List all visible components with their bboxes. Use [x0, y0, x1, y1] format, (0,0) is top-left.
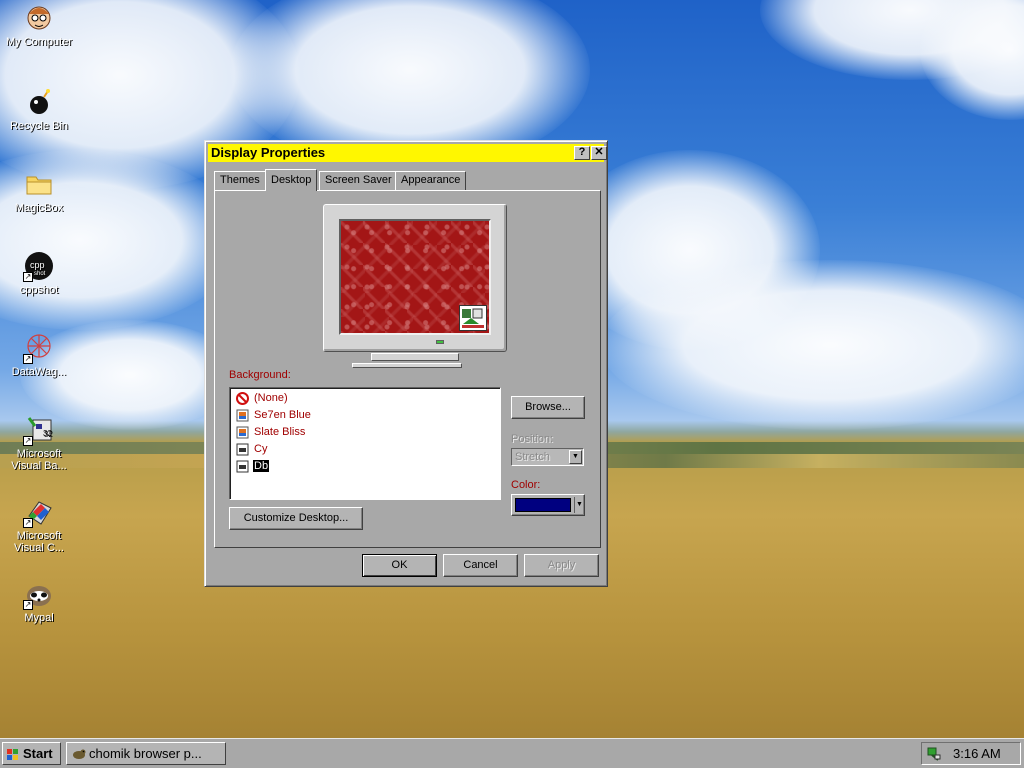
close-icon: ✕ — [594, 146, 604, 158]
browse-button[interactable]: Browse... — [511, 396, 585, 419]
desktop-icon-label: Microsoft Visual Ba... — [11, 448, 67, 472]
help-button[interactable]: ? — [574, 146, 590, 160]
monitor-base — [352, 363, 462, 368]
button-label: Cancel — [463, 559, 498, 571]
folder-icon — [23, 168, 55, 200]
desktop-icon-label: Recycle Bin — [9, 120, 69, 132]
position-label: Position: — [511, 433, 554, 445]
taskbar: Start chomik browser p... 3:16 AM — [0, 738, 1024, 768]
desktop-icon-label: Microsoft Visual C... — [14, 530, 64, 554]
image-file-icon — [236, 426, 249, 439]
desktop-icon-visual-basic[interactable]: 32 ↗ Microsoft Visual Ba... — [2, 414, 76, 472]
list-item-label: Db — [251, 459, 271, 473]
taskbar-button-label: chomik browser p... — [89, 746, 202, 761]
customize-desktop-button[interactable]: Customize Desktop... — [229, 507, 363, 530]
shortcut-arrow-icon: ↗ — [23, 518, 33, 528]
list-item-db[interactable]: Db — [236, 458, 271, 474]
desktop-icon-label: cppshot — [19, 284, 59, 296]
desktop-icon-recycle-bin[interactable]: Recycle Bin — [2, 86, 76, 132]
tab-label: Desktop — [271, 174, 312, 186]
shortcut-arrow-icon: ↗ — [23, 354, 33, 364]
desktop-icon-mypal[interactable]: ↗ Mypal — [2, 578, 76, 624]
list-item-slate-bliss[interactable]: Slate Bliss — [236, 424, 306, 440]
tab-desktop[interactable]: Desktop — [265, 169, 318, 191]
cppshot-icon: cpp shot ↗ — [23, 250, 55, 282]
monitor-power-light — [436, 340, 444, 344]
system-tray: 3:16 AM — [921, 742, 1021, 765]
desktop-icon-label: MagicBox — [14, 202, 64, 214]
desktop-icon-visual-c[interactable]: ↗ Microsoft Visual C... — [2, 496, 76, 554]
shortcut-arrow-icon: ↗ — [23, 272, 33, 282]
cancel-button[interactable]: Cancel — [443, 554, 518, 577]
button-label: Apply — [547, 559, 576, 571]
desktop-icon-label: DataWag... — [11, 366, 67, 378]
none-icon — [236, 391, 249, 405]
tab-appearance[interactable]: Appearance — [395, 171, 467, 190]
desktop-icon-label: My Computer — [5, 36, 73, 48]
ok-button[interactable]: OK — [362, 554, 437, 577]
background-label: Background: — [229, 369, 291, 381]
desktop-icon-my-computer[interactable]: My Computer — [2, 2, 76, 48]
desktop-icon-cppshot[interactable]: cpp shot ↗ cppshot — [2, 250, 76, 296]
color-label: Color: — [511, 479, 541, 491]
visual-c-icon: ↗ — [23, 496, 55, 528]
list-item-label: Cy — [254, 443, 268, 455]
help-icon: ? — [578, 146, 586, 158]
position-dropdown[interactable]: Stretch ▼ — [511, 448, 584, 466]
button-label: OK — [391, 559, 408, 571]
bitmap-file-icon — [236, 460, 249, 473]
window-title: Display Properties — [211, 145, 326, 160]
bitmap-file-icon — [236, 443, 249, 456]
monitor-preview — [323, 204, 507, 352]
list-item-label: (None) — [254, 392, 288, 404]
start-label: Start — [23, 746, 53, 761]
tab-label: Screen Saver — [325, 174, 392, 186]
wallpaper-preview — [339, 219, 491, 335]
color-swatch — [515, 498, 571, 512]
color-picker-button[interactable]: ▼ — [511, 494, 585, 516]
tab-screen-saver[interactable]: Screen Saver — [319, 171, 398, 190]
taskbar-button-chomik-browser[interactable]: chomik browser p... — [66, 742, 226, 765]
position-value: Stretch — [515, 451, 550, 463]
button-label: Browse... — [525, 401, 571, 413]
my-computer-icon — [23, 2, 55, 34]
shortcut-arrow-icon: ↗ — [23, 436, 33, 446]
svg-text:shot: shot — [34, 271, 46, 277]
windows-logo-icon — [6, 747, 20, 761]
chevron-down-icon[interactable]: ▼ — [569, 450, 582, 464]
svg-text:32: 32 — [43, 429, 52, 438]
tab-label: Themes — [220, 174, 260, 186]
close-button[interactable]: ✕ — [591, 146, 607, 160]
list-item-label: Slate Bliss — [254, 426, 306, 438]
recycle-bin-icon — [23, 86, 55, 118]
tray-network-icon[interactable] — [926, 746, 941, 761]
list-item-cy[interactable]: Cy — [236, 441, 268, 457]
chomik-app-icon — [71, 746, 86, 761]
display-properties-window: Display Properties ? ✕ Themes Desktop Sc… — [204, 140, 608, 587]
shortcut-arrow-icon: ↗ — [23, 600, 33, 610]
list-item-se7en-blue[interactable]: Se7en Blue — [236, 407, 312, 423]
image-file-icon — [236, 409, 249, 422]
background-list[interactable]: (None) Se7en Blue Slate Bliss Cy Db — [229, 387, 501, 500]
monitor-stand — [371, 353, 459, 361]
svg-text:cpp: cpp — [30, 260, 45, 270]
start-button[interactable]: Start — [2, 742, 61, 765]
tab-themes[interactable]: Themes — [214, 171, 266, 190]
desktop-tab-panel: Background: (None) Se7en Blue Slate Blis… — [214, 190, 601, 548]
apply-button[interactable]: Apply — [524, 554, 599, 577]
desktop-icon-magicbox[interactable]: MagicBox — [2, 168, 76, 214]
mypal-icon: ↗ — [23, 578, 55, 610]
button-label: Customize Desktop... — [243, 512, 349, 524]
tab-label: Appearance — [401, 174, 461, 186]
preview-desktop-icon — [459, 305, 487, 331]
list-item-label: Se7en Blue — [254, 409, 311, 421]
list-item-none[interactable]: (None) — [236, 390, 289, 406]
datawagon-icon: ↗ — [23, 332, 55, 364]
chevron-down-icon: ▼ — [576, 501, 583, 508]
title-bar[interactable]: Display Properties ? ✕ — [208, 144, 607, 162]
desktop-icon-datawagon[interactable]: ↗ DataWag... — [2, 332, 76, 378]
desktop-icon-label: Mypal — [24, 612, 54, 624]
clock[interactable]: 3:16 AM — [953, 743, 1001, 764]
visual-basic-icon: 32 ↗ — [23, 414, 55, 446]
